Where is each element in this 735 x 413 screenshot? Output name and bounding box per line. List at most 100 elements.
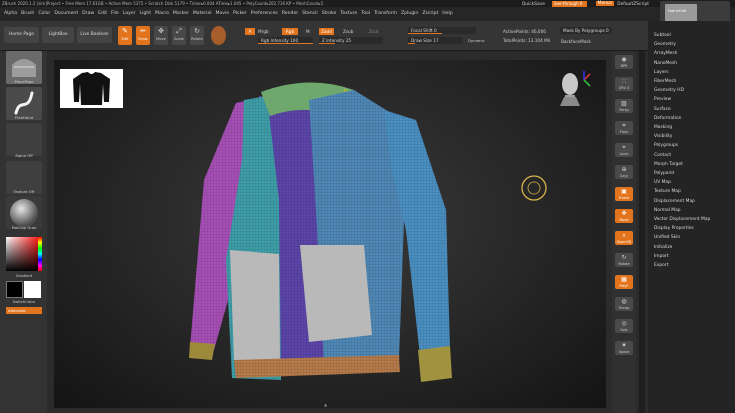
subpalette-item-subtool[interactable]: Subtool	[654, 33, 671, 38]
menu-item-help[interactable]: Help	[442, 7, 452, 21]
menu-item-tool[interactable]: Tool	[361, 7, 370, 21]
subpalette-item-surface[interactable]: Surface	[654, 107, 671, 112]
tray-scrollbar[interactable]	[639, 51, 645, 413]
right-tool-transp[interactable]: ◍ Transp	[615, 297, 633, 311]
menu-item-stencil[interactable]: Stencil	[302, 7, 318, 21]
right-tool-gxyz[interactable]: ⊕ Gxyz	[615, 165, 633, 179]
subpalette-item-polygroups[interactable]: Polygroups	[654, 143, 678, 148]
menu-item-brush[interactable]: Brush	[21, 7, 34, 21]
menu-item-edit[interactable]: Edit	[98, 7, 107, 21]
secondary-color-swatch[interactable]	[24, 281, 41, 298]
subpalette-item-display-properties[interactable]: Display Properties	[654, 226, 694, 231]
draw-mode-button[interactable]: ✏ Draw	[136, 26, 150, 45]
menu-item-transform[interactable]: Transform	[374, 7, 397, 21]
right-tool-solo[interactable]: ◎ Solo	[615, 319, 633, 333]
right-tool-frame[interactable]: ▣ Frame	[615, 187, 633, 201]
switch-color-label[interactable]: SwitchColor	[4, 299, 44, 304]
menu-item-document[interactable]: Document	[54, 7, 78, 21]
subpalette-item-texture-map[interactable]: Texture Map	[654, 189, 681, 194]
draw-size-slider[interactable]: Draw Size 17	[408, 37, 463, 44]
subpalette-item-initialize[interactable]: Initialize	[654, 245, 672, 250]
menu-item-marker[interactable]: Marker	[173, 7, 189, 21]
subpalette-item-displacement-map[interactable]: Displacement Map	[654, 199, 695, 204]
menu-item-light[interactable]: Light	[140, 7, 151, 21]
rotate-mode-button[interactable]: ↻ Rotate	[190, 26, 204, 45]
color-picker[interactable]	[6, 237, 42, 271]
menu-item-alpha[interactable]: Alpha	[4, 7, 17, 21]
subpalette-item-export[interactable]: Export	[654, 263, 668, 268]
right-tool-rotate[interactable]: ↻ Rotate	[615, 253, 633, 267]
subpalette-item-visibility[interactable]: Visibility	[654, 134, 672, 139]
menu-item-texture[interactable]: Texture	[340, 7, 357, 21]
zsphere-button[interactable]	[211, 26, 226, 45]
subpalette-item-preview[interactable]: Preview	[654, 97, 671, 102]
hue-strip[interactable]	[38, 237, 42, 271]
menu-item-render[interactable]: Render	[282, 7, 298, 21]
right-tool-local[interactable]: ⌖ Local	[615, 143, 633, 157]
zadd-toggle[interactable]: Zadd	[319, 28, 334, 35]
menus-button[interactable]: Menus	[595, 1, 614, 6]
menu-item-layer[interactable]: Layer	[123, 7, 136, 21]
alternate-button[interactable]: Alternate	[6, 307, 42, 314]
subpalette-item-arraymesh[interactable]: ArrayMesh	[654, 51, 677, 56]
focal-shift-slider[interactable]: Focal Shift 0	[408, 27, 476, 34]
menu-item-macro[interactable]: Macro	[155, 7, 169, 21]
menu-item-draw[interactable]: Draw	[82, 7, 94, 21]
subpalette-item-nanomesh[interactable]: NanoMesh	[654, 61, 677, 66]
a-toggle[interactable]: A	[245, 28, 255, 35]
right-tool-xpose[interactable]: ✷ Xpose	[615, 341, 633, 355]
subpalette-item-deformation[interactable]: Deformation	[654, 116, 681, 121]
backface-mask-toggle[interactable]: BackfaceMask	[561, 39, 591, 44]
right-tool-polyf[interactable]: ▦ PolyF	[615, 275, 633, 289]
zsub-toggle[interactable]: Zsub	[343, 29, 353, 34]
home-page-button[interactable]: Home Page	[4, 27, 39, 43]
subpalette-item-masking[interactable]: Masking	[654, 125, 672, 130]
subpalette-item-unified-skin[interactable]: Unified Skin	[654, 235, 680, 240]
move-mode-button[interactable]: ✥ Move	[154, 26, 168, 45]
dynamic-toggle[interactable]: Dynamic	[468, 38, 485, 43]
live-boolean-button[interactable]: Live Boolean	[77, 27, 112, 43]
m-toggle[interactable]: M	[306, 29, 310, 34]
subpalette-item-geometry-hd[interactable]: Geometry HD	[654, 88, 684, 93]
menu-item-zscript[interactable]: Zscript	[422, 7, 438, 21]
subpalette-item-uv-map[interactable]: UV Map	[654, 180, 671, 185]
right-tool-spix-3[interactable]: ∷ SPix 3	[615, 77, 633, 91]
right-tool-zoom3d[interactable]: ⌕ Zoom3D	[615, 231, 633, 245]
menu-item-stroke[interactable]: Stroke	[322, 7, 337, 21]
right-tool-floor[interactable]: ⌗ Floor	[615, 121, 633, 135]
menu-item-preferences[interactable]: Preferences	[251, 7, 278, 21]
mrgb-toggle[interactable]: Mrgb	[258, 29, 269, 34]
subpalette-item-geometry[interactable]: Geometry	[654, 42, 676, 47]
subpalette-item-morph-target[interactable]: Morph Target	[654, 162, 683, 167]
main-color-swatch[interactable]	[6, 281, 23, 298]
rgb-intensity-slider[interactable]: Rgb Intensity 100	[258, 37, 313, 44]
default-zscript-button[interactable]: DefaultZScript	[617, 2, 649, 7]
canvas-viewport[interactable]: ▲	[54, 60, 606, 408]
rgb-toggle[interactable]: Rgb	[282, 28, 298, 35]
menu-item-picker[interactable]: Picker	[233, 7, 247, 21]
see-through-slider[interactable]: See-through 0	[552, 1, 587, 7]
subpalette-item-normal-map[interactable]: Normal Map	[654, 208, 681, 213]
zcut-toggle[interactable]: Zcut	[369, 29, 378, 34]
subpalette-item-fibermesh[interactable]: FiberMesh	[654, 79, 676, 84]
jacket-3d-model[interactable]	[54, 60, 606, 408]
quicksave-button[interactable]: QuickSave	[522, 2, 545, 7]
lightbox-button[interactable]: LightBox	[42, 27, 74, 43]
edit-mode-button[interactable]: ✎ Edit	[118, 26, 132, 45]
scale-mode-button[interactable]: ⤢ Scale	[172, 26, 186, 45]
subpalette-item-polypaint[interactable]: Polypaint	[654, 171, 674, 176]
subpalette-item-import[interactable]: Import	[654, 254, 669, 259]
subpalette-item-vector-displacement-map[interactable]: Vector Displacement Map	[654, 217, 710, 222]
menu-item-zplugin[interactable]: Zplugin	[401, 7, 418, 21]
z-intensity-slider[interactable]: Z Intensity 25	[319, 37, 383, 44]
menu-item-color[interactable]: Color	[38, 7, 50, 21]
menu-item-material[interactable]: Material	[193, 7, 212, 21]
mask-by-polygroups-slider[interactable]: Mask By Polygroups 0	[560, 27, 612, 34]
subpalette-item-layers[interactable]: Layers	[654, 70, 669, 75]
menu-item-file[interactable]: File	[111, 7, 119, 21]
alpha-thumbnail[interactable]	[6, 123, 42, 156]
menu-item-movie[interactable]: Movie	[215, 7, 229, 21]
right-tool-move[interactable]: ✥ Move	[615, 209, 633, 223]
right-tool-bpr[interactable]: ◉ BPR	[615, 55, 633, 69]
subpalette-item-contact[interactable]: Contact	[654, 153, 671, 158]
